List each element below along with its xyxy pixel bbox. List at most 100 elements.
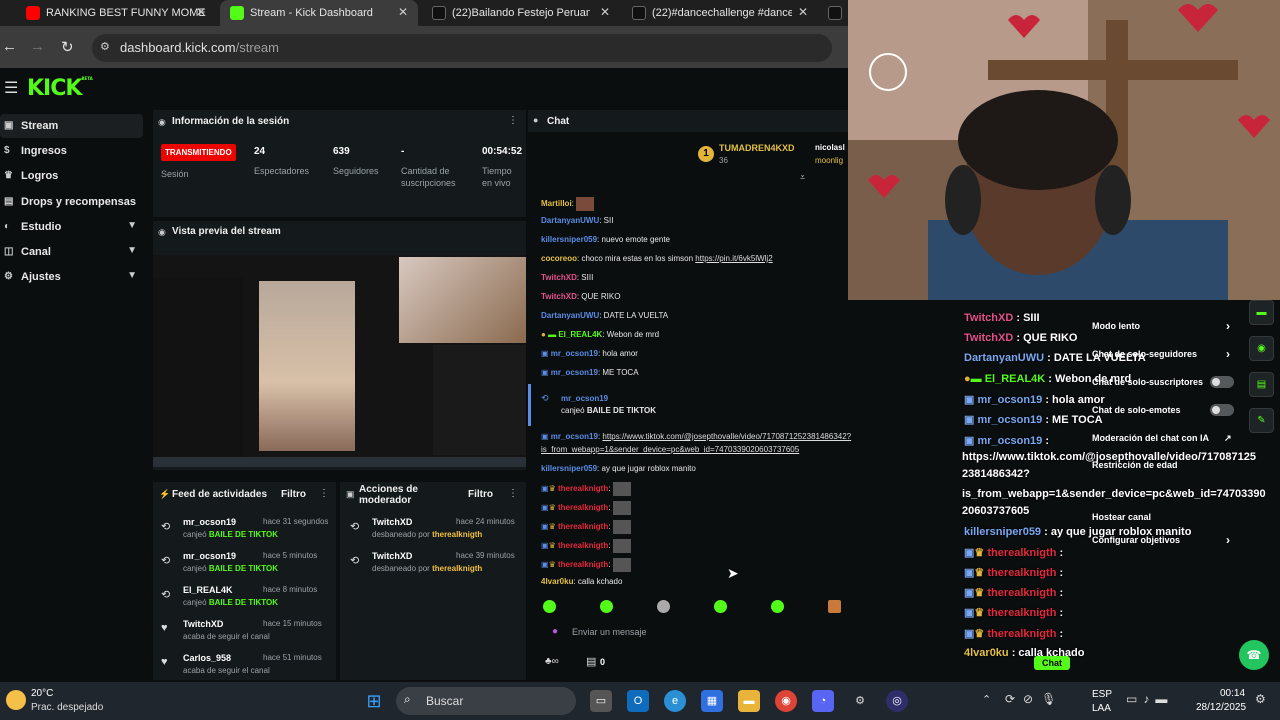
clock-date[interactable]: 28/12/2025 (1196, 702, 1246, 713)
points-icon[interactable]: ▤ (586, 655, 596, 668)
close-icon[interactable]: ✕ (196, 5, 206, 19)
discord-icon[interactable]: ◔ (812, 690, 834, 712)
mod-filter-button[interactable]: Filtro (468, 489, 493, 500)
feed-filter-button[interactable]: Filtro (281, 489, 306, 500)
taskbar-search[interactable]: ⌕ Buscar (396, 687, 576, 715)
clock-time[interactable]: 00:14 (1220, 688, 1245, 699)
support-button[interactable]: ☎ (1239, 640, 1269, 670)
chat-link[interactable]: https://pin.it/6vk5lWlj2 (695, 254, 772, 263)
feed-action: acaba de seguir el canal (183, 632, 270, 641)
obs-icon[interactable]: ◎ (886, 690, 908, 712)
close-icon[interactable]: ✕ (398, 5, 408, 19)
language-region[interactable]: LAA (1092, 703, 1111, 714)
chat-link[interactable]: https://www.tiktok.com/@josepthovalle/vi… (602, 432, 851, 441)
reward-redeem-bar (528, 384, 531, 426)
menu-icon[interactable]: ☰ (4, 78, 18, 98)
menu-ai-moderation[interactable]: Moderación del chat con IA ↗ (1092, 433, 1232, 443)
wrench-icon[interactable]: ✎ (1249, 408, 1274, 433)
chat-tools-icon[interactable]: ♣∞ (545, 656, 559, 667)
emote-picker-icon[interactable]: ● (552, 626, 558, 637)
system-icons[interactable]: ▭♪▬ (1126, 692, 1173, 706)
panel-rail-icon[interactable]: ▤ (1249, 372, 1274, 397)
url-host: dashboard.kick.com (120, 40, 236, 55)
sidebar-item-drops[interactable]: ▤ Drops y recompensas (0, 190, 143, 214)
sidebar-item-ajustes[interactable]: ⚙ Ajustes ▼ (0, 265, 143, 289)
more-options-icon[interactable]: ⋮ (508, 488, 518, 499)
settings-icon[interactable]: ⚙ (849, 690, 871, 712)
more-options-icon[interactable]: ⋮ (508, 115, 518, 126)
sidebar-item-stream[interactable]: ▣ Stream (0, 114, 143, 138)
menu-age-restriction[interactable]: Restricción de edad (1092, 460, 1178, 470)
tray-icons[interactable]: ⟳⊘🎙 (1005, 692, 1064, 706)
overlay-badge-icon: ▬ (970, 373, 982, 385)
explorer-icon[interactable]: ▬ (738, 690, 760, 712)
forward-icon[interactable]: → (30, 38, 45, 55)
stream-preview-video[interactable] (153, 255, 526, 467)
outlook-icon[interactable]: O (627, 690, 649, 712)
broadcast-rail-icon[interactable]: ◉ (1249, 336, 1274, 361)
emote-button[interactable] (771, 600, 784, 613)
tab-youtube[interactable]: RANKING BEST FUNNY MOME ✕ (16, 0, 216, 26)
tab-tiktok-3[interactable] (822, 0, 848, 26)
mod-icon: ▣ (346, 489, 355, 499)
edge-icon[interactable]: e (664, 690, 686, 712)
close-icon[interactable]: ✕ (798, 5, 808, 19)
tab-tiktok-1[interactable]: (22)Bailando Festejo Peruano: I ✕ (422, 0, 620, 26)
chat-link[interactable]: is_from_webapp=1&sender_device=pc&web_id… (541, 445, 799, 454)
sidebar-item-estudio[interactable]: ◐ Estudio ▼ (0, 215, 143, 239)
sidebar-item-ingresos[interactable]: $ Ingresos (0, 139, 143, 163)
more-options-icon[interactable]: ⋮ (319, 488, 329, 499)
chrome-icon[interactable]: ◉ (775, 690, 797, 712)
preview-title: Vista previa del stream (172, 226, 281, 237)
language-code[interactable]: ESP (1092, 689, 1112, 700)
emote-button[interactable] (828, 600, 841, 613)
close-icon[interactable]: ✕ (600, 5, 610, 19)
emotes-only-toggle[interactable] (1210, 404, 1234, 416)
chat-rail-icon[interactable]: ▬ (1249, 300, 1274, 325)
menu-slow-mode[interactable]: Modo lento › (1092, 319, 1230, 333)
subs-only-toggle[interactable] (1210, 376, 1234, 388)
store-icon[interactable]: ▦ (701, 690, 723, 712)
notification-icon[interactable]: ⚙ (1255, 692, 1266, 706)
sidebar-item-canal[interactable]: ◫ Canal ▼ (0, 240, 143, 264)
kick-logo[interactable]: KICKBETA (27, 76, 93, 101)
url-field[interactable]: ⚙ dashboard.kick.com/stream (92, 34, 832, 62)
emote-button[interactable] (543, 600, 556, 613)
mod-action-item: ⟲ TwitchXD hace 39 minutos desbaneado po… (350, 551, 520, 581)
redeem-text: canjeó BAILE DE TIKTOK (561, 406, 656, 415)
chevron-right-icon: › (1226, 533, 1230, 547)
tab-tiktok-2[interactable]: (22)#dancechallenge #dancetre ✕ (622, 0, 818, 26)
menu-host-channel[interactable]: Hostear canal (1092, 512, 1151, 522)
emote-button[interactable] (714, 600, 727, 613)
chat-input[interactable]: ● Enviar un mensaje (540, 622, 840, 644)
tab-kick-dashboard[interactable]: Stream - Kick Dashboard ✕ (220, 0, 418, 26)
chat-toggle-button[interactable]: Chat (1034, 656, 1070, 670)
menu-emotes-only[interactable]: Chat de solo-emotes (1092, 405, 1181, 415)
subs-label: Cantidad de suscripciones (401, 166, 456, 188)
menu-configure-goals[interactable]: Configurar objetivos › (1092, 533, 1230, 547)
reload-icon[interactable]: ↻ (61, 38, 74, 56)
back-icon[interactable]: ← (2, 38, 17, 55)
viewers-label: Espectadores (254, 166, 310, 176)
feed-time: hace 51 minutos (263, 653, 322, 662)
unban-icon: ⟲ (350, 521, 360, 533)
tray-expand-icon[interactable]: ⌃ (982, 693, 991, 706)
collapse-icon[interactable]: ⩡ (800, 172, 805, 183)
chat-message-cont: is_from_webapp=1&sender_device=pc&web_id… (541, 445, 799, 454)
redeem-icon: ⟲ (541, 393, 549, 403)
feed-time: hace 5 minutos (263, 551, 318, 560)
pinned-gifter-count: 36 (719, 156, 728, 165)
trophy-icon: ♛ (4, 170, 13, 181)
task-view-icon[interactable]: ▭ (590, 690, 612, 712)
start-icon[interactable]: ⊞ (363, 690, 385, 712)
emote-button[interactable] (600, 600, 613, 613)
emote-button[interactable] (657, 600, 670, 613)
chat-message: DartanyanUWU: SII (541, 216, 614, 225)
url-path: /stream (235, 40, 279, 55)
sidebar-item-logros[interactable]: ♛ Logros (0, 164, 143, 188)
chevron-right-icon: › (1226, 319, 1230, 333)
webcam-feed (848, 0, 1280, 300)
site-info-icon[interactable]: ⚙ (100, 40, 110, 53)
menu-followers-only[interactable]: Chat de solo-seguidores › (1092, 347, 1230, 361)
menu-subs-only[interactable]: Chat de solo-suscriptores (1092, 377, 1203, 387)
